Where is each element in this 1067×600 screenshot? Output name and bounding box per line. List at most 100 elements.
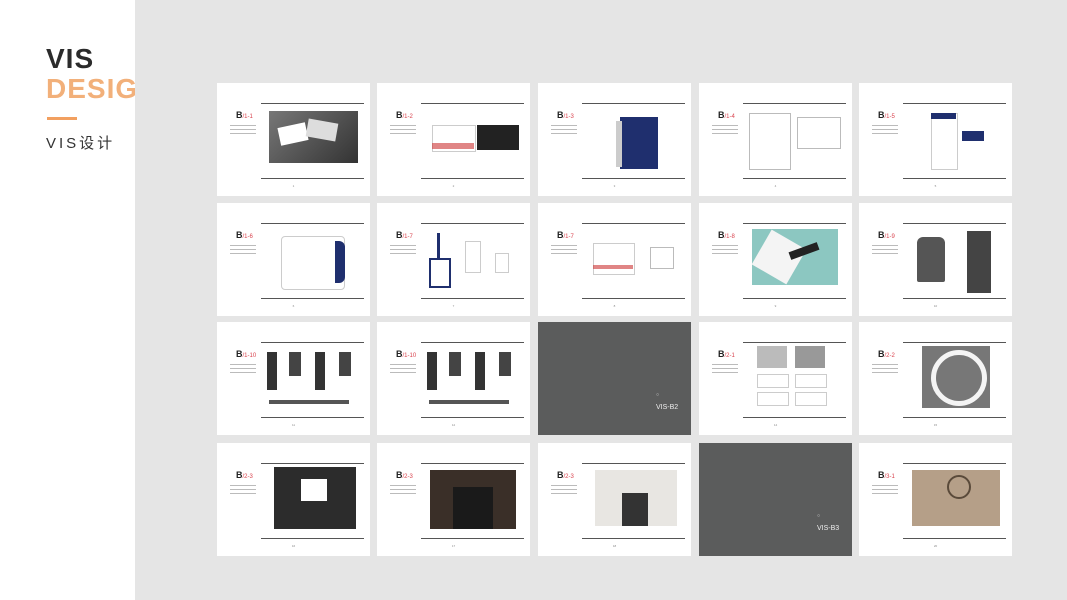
page-code: B/2-1 — [718, 349, 735, 359]
page-thumb: B/1-1 1 — [217, 83, 370, 196]
heading-subtitle: VIS设计 — [46, 135, 116, 152]
page-number: 18 — [612, 544, 617, 548]
page-code: B/3-1 — [878, 470, 895, 480]
header-rule — [261, 463, 364, 464]
heading-vis: VIS — [46, 43, 95, 74]
page-code: B/1-3 — [557, 110, 574, 120]
page-number: 8 — [613, 304, 616, 308]
header-rule — [903, 103, 1006, 104]
footer-rule — [743, 298, 846, 299]
header-rule — [903, 463, 1006, 464]
page-code: B/1-1 — [236, 110, 253, 120]
footer-rule — [743, 417, 846, 418]
page-thumb: B/1-9 10 — [859, 203, 1012, 316]
page-thumb: B/1-7 8 — [538, 203, 691, 316]
footer-rule — [261, 538, 364, 539]
page-thumb: B/2-3 16 — [217, 443, 370, 556]
footer-rule — [903, 417, 1006, 418]
footer-rule — [261, 178, 364, 179]
page-number: 11 — [291, 423, 296, 427]
header-rule — [903, 342, 1006, 343]
page-number: 4 — [774, 184, 777, 188]
page-thumb: ○ VIS-B2 — [538, 322, 691, 435]
page-thumb: B/2-3 17 — [377, 443, 530, 556]
footer-rule — [261, 298, 364, 299]
page-code-sub: /1-10 — [402, 353, 417, 359]
page-code: B/1-7 — [557, 230, 574, 240]
page-code: B/2-3 — [236, 470, 253, 480]
page-code-sub: /1-4 — [724, 114, 735, 120]
page-code: B/1-7 — [396, 230, 413, 240]
footer-rule — [582, 298, 685, 299]
footer-rule — [903, 298, 1006, 299]
page-code-sub: /1-6 — [242, 234, 253, 240]
footer-rule — [421, 178, 524, 179]
page-thumb: B/1-10 12 — [377, 322, 530, 435]
dark-page-logo: ○ — [817, 513, 821, 519]
page-number: 5 — [934, 184, 937, 188]
footer-rule — [903, 538, 1006, 539]
header-rule — [582, 223, 685, 224]
page-code-sub: /2-1 — [724, 353, 735, 359]
page-grid: B/1-1 1 B/1-2 2 B/1-3 3 B/1-4 4 B/1-5 5 B/1-6 6 B/1-… — [135, 0, 1067, 600]
page-thumb: B/1-6 6 — [217, 203, 370, 316]
page-thumb: B/2-1 14 — [699, 322, 852, 435]
page-code-sub: /1-10 — [242, 353, 257, 359]
page-number: 3 — [613, 184, 616, 188]
dark-page-code: VIS-B3 — [817, 525, 840, 532]
page-code: B/2-3 — [557, 470, 574, 480]
dark-page-code: VIS-B2 — [656, 404, 679, 411]
page-code-sub: /2-3 — [242, 474, 253, 480]
page-number: 1 — [292, 184, 295, 188]
footer-rule — [421, 538, 524, 539]
page-number: 10 — [933, 304, 938, 308]
page-code: B/1-4 — [718, 110, 735, 120]
page-code-sub: /1-5 — [884, 114, 895, 120]
page-thumb: B/1-4 4 — [699, 83, 852, 196]
header-rule — [261, 223, 364, 224]
page-code-sub: /1-9 — [884, 234, 895, 240]
page-code: B/1-6 — [236, 230, 253, 240]
page-code-sub: /1-3 — [563, 114, 574, 120]
page-code: B/1-10 — [396, 349, 416, 359]
page-number: 6 — [292, 304, 295, 308]
header-rule — [582, 103, 685, 104]
page-code: B/1-8 — [718, 230, 735, 240]
footer-rule — [743, 178, 846, 179]
left-panel: VIS DESIGN VIS设计 — [0, 0, 158, 600]
page-number: 14 — [773, 423, 778, 427]
page-code: B/2-3 — [396, 470, 413, 480]
page-code-sub: /3-1 — [884, 474, 895, 480]
page-thumb: B/1-10 11 — [217, 322, 370, 435]
page-code-sub: /1-1 — [242, 114, 253, 120]
page-code: B/1-5 — [878, 110, 895, 120]
page-number: 15 — [933, 423, 938, 427]
page-thumb: B/1-5 5 — [859, 83, 1012, 196]
page-code: B/1-2 — [396, 110, 413, 120]
header-rule — [582, 463, 685, 464]
page-code-sub: /2-3 — [402, 474, 413, 480]
page-thumb: B/3-1 20 — [859, 443, 1012, 556]
header-rule — [421, 103, 524, 104]
accent-bar — [47, 117, 77, 120]
page-number: 20 — [933, 544, 938, 548]
footer-rule — [421, 298, 524, 299]
page-code: B/1-9 — [878, 230, 895, 240]
header-rule — [421, 342, 524, 343]
page-number: 12 — [451, 423, 456, 427]
page-code-sub: /1-8 — [724, 234, 735, 240]
page-code: B/2-2 — [878, 349, 895, 359]
page-number: 9 — [774, 304, 777, 308]
page-thumb: ○ VIS-B3 — [699, 443, 852, 556]
page-thumb: B/1-8 9 — [699, 203, 852, 316]
page-thumb: B/1-2 2 — [377, 83, 530, 196]
page-code-sub: /1-7 — [402, 234, 413, 240]
page-code-sub: /1-2 — [402, 114, 413, 120]
page-code: B/1-10 — [236, 349, 256, 359]
dark-page-logo: ○ — [656, 392, 660, 398]
footer-rule — [421, 417, 524, 418]
page-number: 7 — [452, 304, 455, 308]
footer-rule — [582, 178, 685, 179]
page-thumb: B/1-3 3 — [538, 83, 691, 196]
header-rule — [261, 103, 364, 104]
